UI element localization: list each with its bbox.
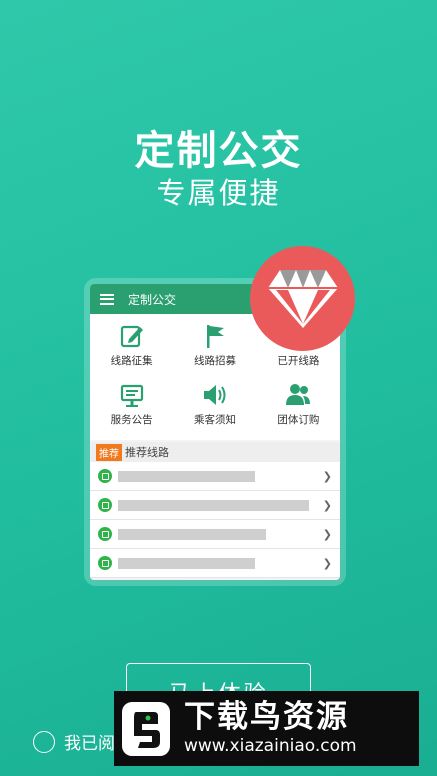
chevron-right-icon: ❯: [322, 499, 332, 512]
bus-icon: [98, 556, 112, 570]
edit-icon: [120, 325, 143, 348]
route-placeholder: [118, 528, 266, 540]
feature-label: 线路招募: [193, 355, 236, 367]
diamond-badge: [250, 246, 355, 351]
agreement-label: 我已阅: [64, 734, 115, 754]
feature-label: 线路征集: [110, 355, 153, 367]
bus-icon: [98, 469, 112, 483]
menu-icon: [100, 293, 114, 305]
chevron-right-icon: ❯: [322, 470, 332, 483]
notice-board-icon: [120, 384, 143, 407]
recommend-badge: 推荐: [96, 443, 122, 461]
route-row: ❯: [90, 520, 340, 549]
feature-passenger-notice: 乘客须知: [173, 381, 256, 440]
speaker-icon: [203, 385, 226, 405]
hero-title: 定制公交: [134, 128, 303, 174]
route-row: ❯: [90, 462, 340, 491]
route-placeholder: [118, 470, 255, 482]
feature-route-recruit: 线路招募: [173, 322, 256, 381]
feature-label: 已开线路: [277, 355, 320, 367]
bus-icon: [98, 498, 112, 512]
bird-logo-icon: [122, 701, 170, 756]
route-row: ❯: [90, 549, 340, 578]
diamond-icon: [267, 269, 338, 328]
app-bar-title: 定制公交: [128, 292, 177, 307]
feature-label: 乘客须知: [193, 414, 236, 426]
route-placeholder: [118, 499, 309, 511]
feature-label: 团体订购: [277, 414, 320, 426]
recommend-label: 推荐线路: [125, 446, 169, 459]
chevron-right-icon: ❯: [322, 557, 332, 570]
feature-group-order: 团体订购: [257, 381, 340, 440]
feature-route-collect: 线路征集: [90, 322, 173, 381]
agreement-row[interactable]: 我已阅: [33, 729, 115, 754]
bus-icon: [98, 527, 112, 541]
hero-subtitle: 专属便捷: [156, 176, 281, 210]
chevron-right-icon: ❯: [322, 528, 332, 541]
watermark-url: www.xiazainiao.com: [184, 735, 357, 756]
feature-label: 服务公告: [110, 414, 153, 426]
recommend-header: 推荐 推荐线路: [90, 442, 340, 462]
route-placeholder: [118, 557, 255, 569]
watermark-overlay: 下载鸟资源 www.xiazainiao.com: [114, 691, 419, 766]
flag-icon: [206, 325, 224, 348]
group-icon: [286, 384, 311, 405]
watermark-name: 下载鸟资源: [184, 699, 349, 736]
feature-announcement: 服务公告: [90, 381, 173, 440]
agreement-radio[interactable]: [33, 730, 55, 753]
route-row: ❯: [90, 491, 340, 520]
